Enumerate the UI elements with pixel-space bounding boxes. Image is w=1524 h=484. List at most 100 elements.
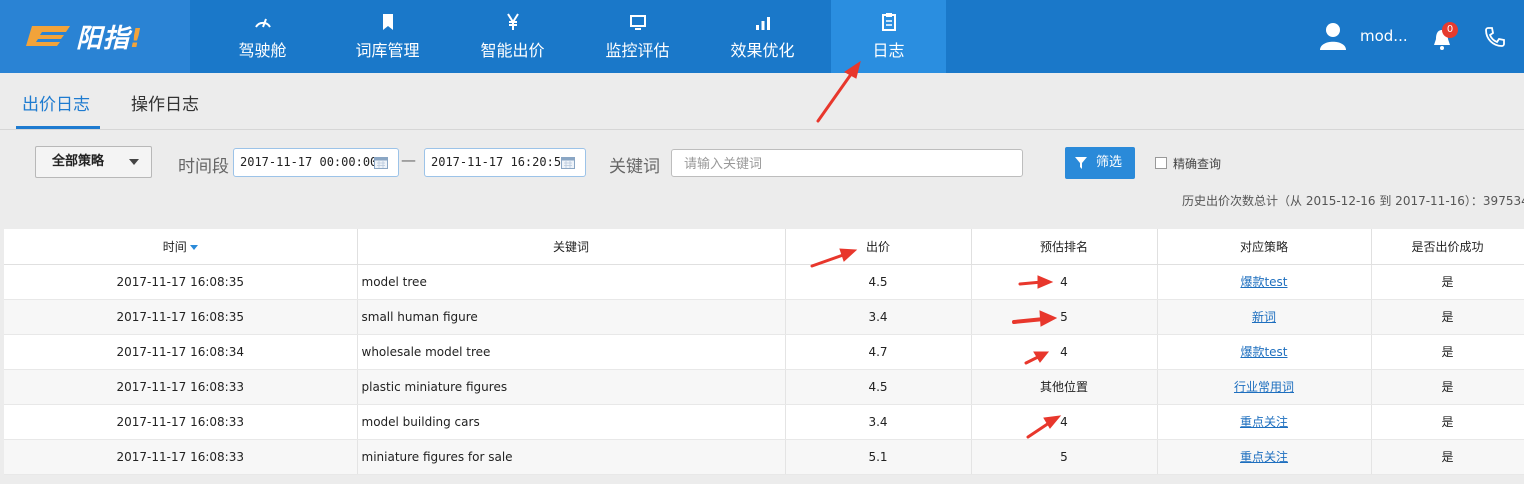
cell-rank: 5 — [971, 299, 1158, 335]
nav-item-cockpit[interactable]: 驾驶舱 — [200, 0, 325, 73]
nav-item-keyword-library[interactable]: 词库管理 — [325, 0, 450, 73]
cell-time: 2017-11-17 16:08:34 — [4, 334, 358, 370]
strategy-link[interactable]: 新词 — [1252, 310, 1276, 324]
column-header-keyword: 关键词 — [357, 229, 786, 265]
strategy-link[interactable]: 爆款test — [1240, 275, 1287, 289]
nav-label: 监控评估 — [605, 41, 670, 60]
nav-item-smart-bidding[interactable]: 智能出价 — [450, 0, 575, 73]
table-row: 2017-11-17 16:08:34 wholesale model tree… — [4, 334, 1524, 370]
cell-bid: 3.4 — [785, 299, 972, 335]
keyword-label: 关键词 — [609, 157, 660, 177]
table-row: 2017-11-17 16:08:33 model building cars … — [4, 404, 1524, 440]
nav-label: 驾驶舱 — [238, 41, 287, 60]
keyword-search-input[interactable] — [671, 149, 1023, 177]
bid-log-table: 时间 关键词 出价 预估排名 对应策略 是否出价成功 2017-11-17 16… — [4, 229, 1524, 475]
cell-success: 是 — [1371, 369, 1524, 405]
nav-label: 智能出价 — [480, 41, 545, 60]
column-header-time[interactable]: 时间 — [4, 229, 358, 265]
cell-rank: 5 — [971, 439, 1158, 475]
bookmark-icon — [382, 14, 393, 30]
column-header-rank: 预估排名 — [971, 229, 1158, 265]
top-nav-bar: 阳指! 驾驶舱 词库管理 智能出价 监控评估 效果优化 日志 mod... 0 — [0, 0, 1524, 73]
tab-label: 出价日志 — [22, 95, 90, 115]
cell-bid: 4.5 — [785, 369, 972, 405]
cell-keyword: plastic miniature figures — [357, 369, 786, 405]
calendar-icon[interactable] — [374, 156, 388, 169]
cell-bid: 3.4 — [785, 404, 972, 440]
nav-item-monitoring[interactable]: 监控评估 — [575, 0, 700, 73]
table-row: 2017-11-17 16:08:35 small human figure 3… — [4, 299, 1524, 335]
sort-desc-icon[interactable] — [189, 244, 198, 250]
cell-rank: 其他位置 — [971, 369, 1158, 405]
cell-strategy: 新词 — [1157, 299, 1372, 335]
cell-keyword: small human figure — [357, 299, 786, 335]
start-date-value: 2017-11-17 00:00:00 — [240, 155, 378, 169]
cell-rank: 4 — [971, 334, 1158, 370]
cell-keyword: model tree — [357, 264, 786, 300]
history-bid-total: 历史出价次数总计（从 2015-12-16 到 2017-11-16）：3975… — [1182, 194, 1524, 208]
cell-rank: 4 — [971, 264, 1158, 300]
tab-bid-log[interactable]: 出价日志 — [16, 90, 100, 129]
table-header-row: 时间 关键词 出价 预估排名 对应策略 是否出价成功 — [4, 229, 1524, 265]
start-date-input[interactable]: 2017-11-17 00:00:00 — [233, 148, 399, 177]
cell-bid: 5.1 — [785, 439, 972, 475]
cell-strategy: 重点关注 — [1157, 404, 1372, 440]
bar-chart-icon — [755, 17, 770, 30]
nav-item-optimization[interactable]: 效果优化 — [700, 0, 825, 73]
chevron-down-icon — [129, 159, 139, 165]
gauge-icon — [254, 18, 271, 28]
strategy-select-value: 全部策略 — [52, 154, 105, 169]
strategy-link[interactable]: 爆款test — [1240, 345, 1287, 359]
header-label: 关键词 — [552, 239, 589, 254]
cell-strategy: 爆款test — [1157, 264, 1372, 300]
cell-bid: 4.7 — [785, 334, 972, 370]
end-date-value: 2017-11-17 16:20:50 — [431, 155, 569, 169]
cell-success: 是 — [1371, 404, 1524, 440]
period-label: 时间段 — [178, 157, 229, 177]
user-avatar-icon[interactable] — [1318, 21, 1348, 51]
nav-item-log[interactable]: 日志 — [831, 0, 946, 73]
logo-text: 阳指! — [76, 24, 143, 54]
cell-keyword: miniature figures for sale — [357, 439, 786, 475]
nav-label: 日志 — [872, 41, 905, 60]
cell-strategy: 重点关注 — [1157, 439, 1372, 475]
cell-success: 是 — [1371, 439, 1524, 475]
column-header-bid: 出价 — [785, 229, 972, 265]
end-date-input[interactable]: 2017-11-17 16:20:50 — [424, 148, 586, 177]
phone-icon[interactable] — [1483, 25, 1507, 49]
strategy-link[interactable]: 行业常用词 — [1234, 380, 1294, 394]
exact-search-label[interactable]: 精确查询 — [1173, 155, 1221, 172]
calendar-icon[interactable] — [561, 156, 575, 169]
header-label: 是否出价成功 — [1411, 239, 1484, 254]
cell-time: 2017-11-17 16:08:33 — [4, 404, 358, 440]
filter-button[interactable]: 筛选 — [1065, 147, 1135, 179]
tab-divider — [0, 129, 1524, 130]
cell-success: 是 — [1371, 334, 1524, 370]
header-label: 对应策略 — [1239, 239, 1288, 254]
cell-keyword: wholesale model tree — [357, 334, 786, 370]
cell-time: 2017-11-17 16:08:35 — [4, 264, 358, 300]
tab-operation-log[interactable]: 操作日志 — [131, 90, 215, 129]
column-header-strategy: 对应策略 — [1157, 229, 1372, 265]
strategy-link[interactable]: 重点关注 — [1240, 450, 1288, 464]
logo-mark-icon — [26, 26, 70, 46]
cell-rank: 4 — [971, 404, 1158, 440]
logo[interactable]: 阳指! — [0, 0, 190, 73]
table-row: 2017-11-17 16:08:33 miniature figures fo… — [4, 439, 1524, 475]
cell-strategy: 爆款test — [1157, 334, 1372, 370]
cell-success: 是 — [1371, 299, 1524, 335]
filter-button-label: 筛选 — [1096, 155, 1123, 170]
strategy-link[interactable]: 重点关注 — [1240, 415, 1288, 429]
clipboard-icon — [881, 13, 896, 31]
header-label: 出价 — [865, 239, 890, 254]
header-label: 时间 — [162, 239, 187, 254]
cell-time: 2017-11-17 16:08:33 — [4, 439, 358, 475]
exact-search-checkbox[interactable] — [1155, 157, 1167, 169]
header-label: 预估排名 — [1039, 239, 1088, 254]
date-range-dash: — — [401, 151, 416, 169]
user-name[interactable]: mod... — [1360, 27, 1408, 45]
cell-success: 是 — [1371, 264, 1524, 300]
strategy-select[interactable]: 全部策略 — [35, 146, 152, 178]
nav-label: 效果优化 — [730, 41, 795, 60]
table-row: 2017-11-17 16:08:35 model tree 4.5 4 爆款t… — [4, 264, 1524, 300]
